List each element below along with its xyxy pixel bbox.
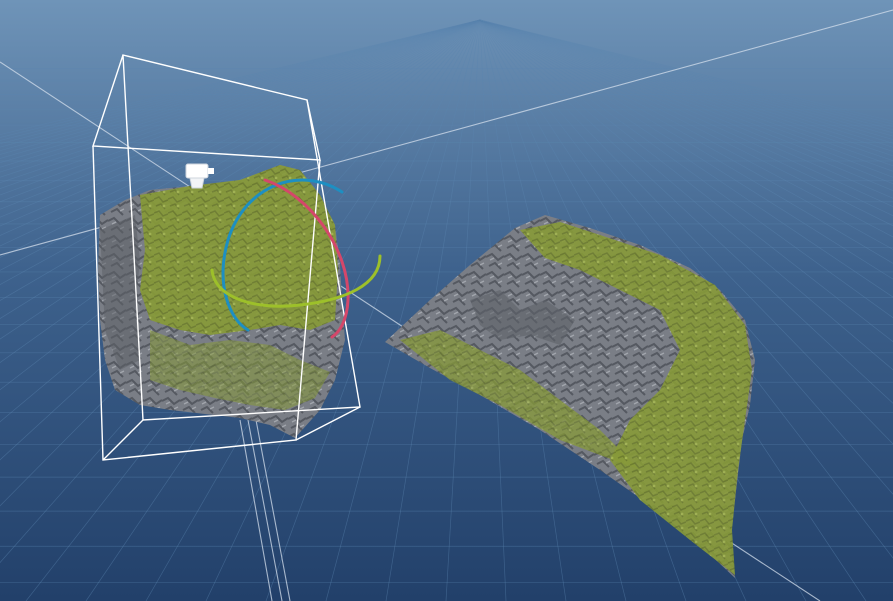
viewport-canvas[interactable]: [0, 0, 893, 601]
scene-viewport[interactable]: [0, 0, 893, 601]
